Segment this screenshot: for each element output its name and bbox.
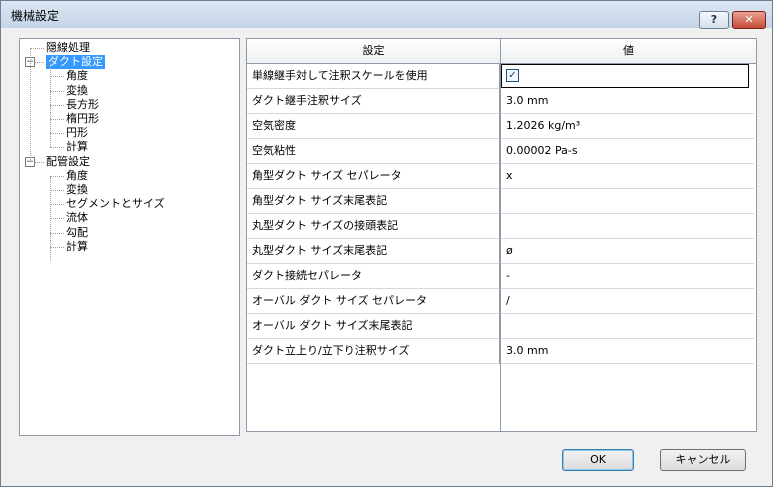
table-row[interactable]: ダクト接続セパレータ - <box>247 264 756 289</box>
title-bar[interactable]: 機械設定 ? ✕ <box>1 1 772 29</box>
cancel-button[interactable]: キャンセル <box>660 449 746 471</box>
setting-value[interactable]: 3.0 mm <box>501 89 754 114</box>
dialog-body: 隠線処理 − ダクト設定 角度 変換 長方形 楕円形 円形 計算 − 配管設定 角度 変換 セグメントとサ… <box>5 32 768 482</box>
tree-item[interactable]: セグメントとサイズ <box>66 197 165 211</box>
header-value[interactable]: 値 <box>501 39 756 63</box>
setting-value[interactable] <box>501 189 754 214</box>
setting-name: ダクト継手注釈サイズ <box>247 89 500 114</box>
table-row[interactable]: ダクト継手注釈サイズ 3.0 mm <box>247 89 756 114</box>
tree-connector <box>50 147 64 149</box>
window-title: 機械設定 <box>11 9 60 23</box>
tree-connector <box>50 175 64 177</box>
tree-connector <box>50 119 64 120</box>
settings-grid[interactable]: 設定 値 単線継手対して注釈スケールを使用 ✓ ダクト継手注釈サイズ 3.0 mm 空気… <box>246 38 757 432</box>
table-row[interactable]: 空気密度 1.2026 kg/m³ <box>247 114 756 139</box>
tree-item[interactable]: 角度 <box>66 69 88 83</box>
tree-connector <box>50 90 64 92</box>
tree-item[interactable]: 変換 <box>66 183 88 197</box>
table-row[interactable]: 単線継手対して注釈スケールを使用 ✓ <box>247 64 756 89</box>
table-row[interactable]: 丸型ダクト サイズ末尾表記 ø <box>247 239 756 264</box>
table-row[interactable]: オーバル ダクト サイズ末尾表記 <box>247 314 756 339</box>
tree-connector <box>50 232 64 234</box>
tree-connector <box>30 48 44 49</box>
setting-name: 空気密度 <box>247 114 500 139</box>
setting-name: 空気粘性 <box>247 139 500 164</box>
tree-item[interactable]: 流体 <box>66 211 88 225</box>
setting-value[interactable]: x <box>501 164 754 189</box>
table-row[interactable]: 角型ダクト サイズ セパレータ x <box>247 164 756 189</box>
setting-name: オーバル ダクト サイズ末尾表記 <box>247 314 500 339</box>
tree-connector <box>50 218 64 220</box>
close-button[interactable]: ✕ <box>732 11 766 29</box>
header-setting[interactable]: 設定 <box>247 39 501 63</box>
tree-item[interactable]: 計算 <box>66 240 88 254</box>
tree-item[interactable]: 隠線処理 <box>46 41 90 55</box>
help-button[interactable]: ? <box>699 11 729 29</box>
tree-connector <box>50 246 64 248</box>
tree-item[interactable]: 勾配 <box>66 226 88 240</box>
setting-name: ダクト立上り/立下り注釈サイズ <box>247 339 500 364</box>
tree-connector <box>50 133 64 135</box>
table-row[interactable]: 角型ダクト サイズ末尾表記 <box>247 189 756 214</box>
setting-name: 角型ダクト サイズ末尾表記 <box>247 189 500 214</box>
checkbox-checked-icon[interactable]: ✓ <box>506 69 519 82</box>
tree-item[interactable]: 角度 <box>66 169 88 183</box>
setting-value[interactable]: 0.00002 Pa-s <box>501 139 754 164</box>
setting-name: 丸型ダクト サイズ末尾表記 <box>247 239 500 264</box>
setting-value[interactable]: - <box>501 264 754 289</box>
setting-value[interactable]: ø <box>501 239 754 264</box>
setting-name: 角型ダクト サイズ セパレータ <box>247 164 500 189</box>
tree-item[interactable]: 配管設定 <box>46 155 90 169</box>
setting-value[interactable] <box>501 314 754 339</box>
tree-connector <box>50 76 64 78</box>
setting-value[interactable]: / <box>501 289 754 314</box>
setting-value[interactable] <box>501 214 754 239</box>
tree-connector <box>50 190 64 191</box>
setting-name: 丸型ダクト サイズの接頭表記 <box>247 214 500 239</box>
setting-name: ダクト接続セパレータ <box>247 264 500 289</box>
tree-item[interactable]: 変換 <box>66 84 88 98</box>
table-row[interactable]: ダクト立上り/立下り注釈サイズ 3.0 mm <box>247 339 756 364</box>
tree-connector <box>50 104 64 106</box>
settings-dialog: 機械設定 ? ✕ 隠線処理 − ダクト設定 角度 変換 長方形 楕円形 円形 計算 − 配管設定 角度… <box>0 0 773 487</box>
tree-connector <box>50 204 64 206</box>
setting-name: 単線継手対して注釈スケールを使用 <box>247 64 500 89</box>
setting-name: オーバル ダクト サイズ セパレータ <box>247 289 500 314</box>
tree-item[interactable]: 計算 <box>66 140 88 154</box>
grid-header: 設定 値 <box>247 39 756 64</box>
table-row[interactable]: オーバル ダクト サイズ セパレータ / <box>247 289 756 314</box>
ok-button[interactable]: OK <box>562 449 634 471</box>
tree-connector <box>30 48 31 162</box>
tree-connector <box>50 63 51 147</box>
tree-connector <box>50 177 51 261</box>
tree-item[interactable]: ダクト設定 <box>46 55 105 70</box>
setting-value-checkbox-cell[interactable]: ✓ <box>501 64 749 88</box>
tree-item[interactable]: 楕円形 <box>66 112 99 126</box>
tree-item[interactable]: 長方形 <box>66 98 99 112</box>
table-row[interactable]: 丸型ダクト サイズの接頭表記 <box>247 214 756 239</box>
tree-item[interactable]: 円形 <box>66 126 88 140</box>
setting-value[interactable]: 1.2026 kg/m³ <box>501 114 754 139</box>
table-row[interactable]: 空気粘性 0.00002 Pa-s <box>247 139 756 164</box>
setting-value[interactable]: 3.0 mm <box>501 339 754 364</box>
settings-tree[interactable]: 隠線処理 − ダクト設定 角度 変換 長方形 楕円形 円形 計算 − 配管設定 角度 変換 セグメントとサ… <box>19 38 240 436</box>
